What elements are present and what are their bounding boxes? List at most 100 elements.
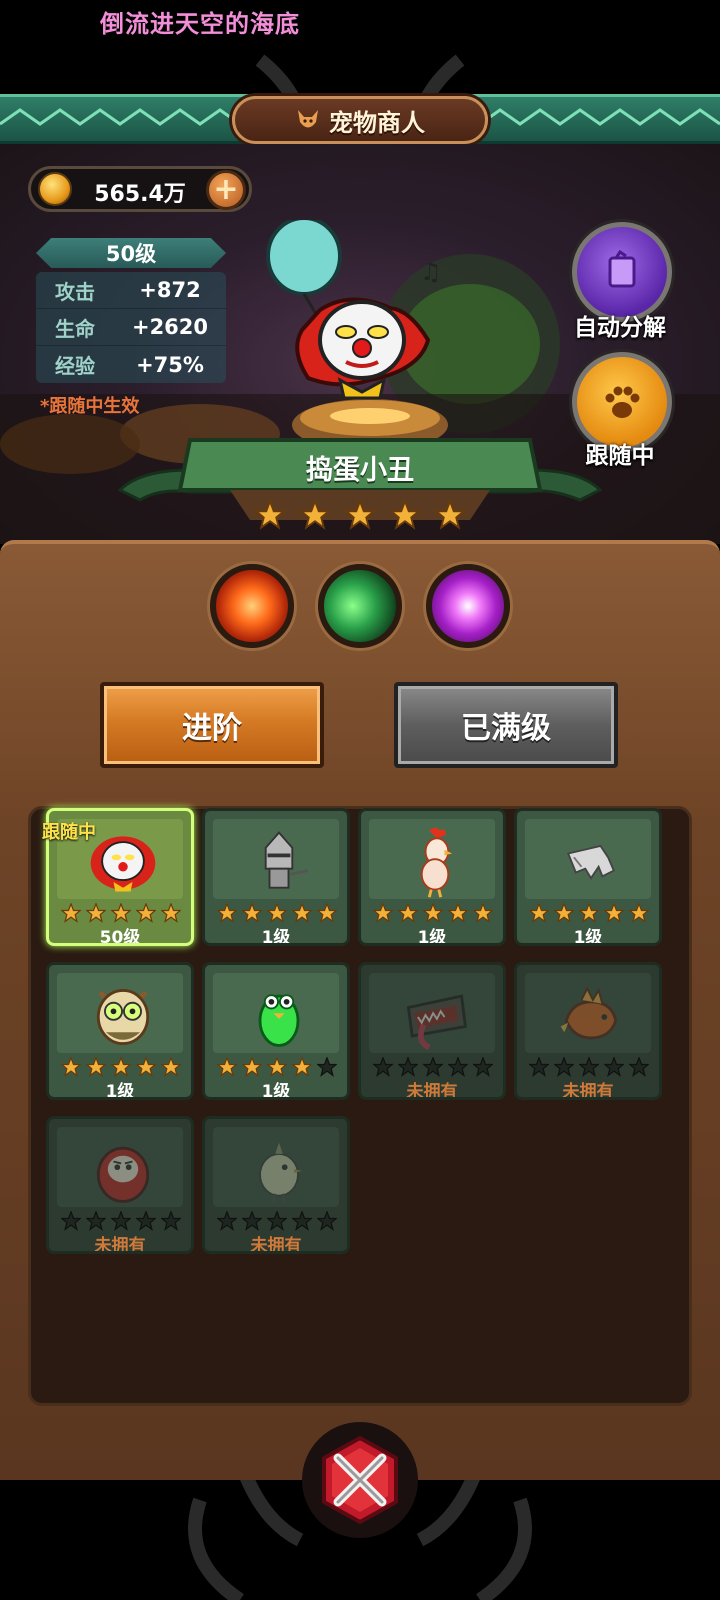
card-level: 1级 — [417, 928, 447, 946]
stat-row-exp: 经验 +75% — [36, 346, 226, 383]
stat-name: 生命 — [55, 316, 95, 341]
star-icon — [292, 1057, 312, 1077]
star-icon — [300, 500, 330, 530]
svg-text:♫: ♫ — [420, 258, 442, 286]
star-icon — [61, 903, 81, 923]
card-level: 1级 — [105, 1082, 135, 1100]
card-level: 未拥有 — [562, 1082, 614, 1100]
pet-level: 50级 — [105, 242, 157, 266]
star-icon — [267, 903, 287, 923]
star-icon — [529, 1057, 549, 1077]
daruma-pet-image — [96, 1146, 150, 1203]
stat-value: +872 — [139, 278, 201, 302]
stat-name: 攻击 — [55, 279, 95, 304]
star-icon — [86, 1057, 106, 1077]
star-icon — [390, 500, 420, 530]
star-icon — [136, 903, 156, 923]
star-icon — [473, 1057, 493, 1077]
pet-card-chicken[interactable]: 1级 — [358, 808, 506, 946]
star-icon — [448, 903, 468, 923]
star-icon — [345, 500, 375, 530]
video-caption: 倒流进天空的海底 — [100, 10, 300, 38]
star-icon — [398, 903, 418, 923]
stat-value: +75% — [136, 352, 204, 377]
star-icon — [136, 1211, 156, 1231]
follow-effect-note: *跟随中生效 — [40, 396, 140, 417]
add-currency-button[interactable]: + — [206, 170, 246, 210]
auto-decompose-label: 自动分解 — [574, 315, 666, 341]
pet-card-gauntlet[interactable]: 1级 — [514, 808, 662, 946]
max-level-button[interactable]: 已满级 — [394, 682, 618, 768]
chest-monster-pet-image — [406, 994, 467, 1051]
knight-pet-image — [264, 831, 308, 889]
card-level: 未拥有 — [250, 1236, 302, 1254]
star-icon — [111, 1211, 131, 1231]
star-icon — [373, 1057, 393, 1077]
star-icon — [435, 500, 465, 530]
auto-decompose-button[interactable] — [572, 222, 672, 322]
card-star-rating — [61, 1057, 181, 1077]
decompose-icon — [608, 249, 636, 288]
bird-pet-image — [259, 1142, 302, 1204]
card-star-rating — [217, 1057, 337, 1077]
card-star-rating — [217, 903, 337, 923]
star-icon — [292, 1211, 312, 1231]
pet-card-bird[interactable]: 未拥有 — [202, 1116, 350, 1254]
pet-name: 捣蛋小丑 — [306, 455, 414, 486]
pet-card-daruma[interactable]: 未拥有 — [46, 1116, 194, 1254]
card-star-rating — [373, 1057, 493, 1077]
card-level: 50级 — [99, 928, 141, 946]
claw-skill-icon[interactable] — [318, 564, 402, 648]
star-icon — [161, 1211, 181, 1231]
stat-row-attack: 攻击 +872 — [36, 272, 226, 309]
star-icon — [61, 1057, 81, 1077]
clown-pet-image: ♫ — [266, 220, 448, 451]
card-star-rating — [529, 903, 649, 923]
pet-star-rating — [255, 500, 465, 534]
gauntlet-pet-image — [566, 844, 616, 880]
card-star-rating — [529, 1057, 649, 1077]
star-icon — [398, 1057, 418, 1077]
fire-skill-icon[interactable] — [210, 564, 294, 648]
pet-card-knight[interactable]: 1级 — [202, 808, 350, 946]
card-star-rating — [61, 1211, 181, 1231]
star-icon — [604, 903, 624, 923]
advance-button[interactable]: 进阶 — [100, 682, 324, 768]
pet-card-dragon[interactable]: 未拥有 — [514, 962, 662, 1100]
owl-pet-image — [96, 988, 150, 1046]
star-icon — [111, 903, 131, 923]
star-icon — [529, 903, 549, 923]
stat-name: 经验 — [55, 354, 95, 378]
page-title: 宠物商人 — [329, 108, 425, 137]
star-icon — [629, 903, 649, 923]
star-icon — [579, 1057, 599, 1077]
pet-level-ribbon: 50级 — [36, 238, 226, 268]
frog-pet-image — [258, 994, 300, 1047]
close-button[interactable] — [300, 1420, 420, 1540]
star-icon — [292, 903, 312, 923]
star-icon — [579, 903, 599, 923]
pet-card-frog[interactable]: 1级 — [202, 962, 350, 1100]
card-level: 1级 — [261, 928, 291, 946]
card-level: 未拥有 — [94, 1236, 146, 1254]
star-icon — [255, 500, 285, 530]
currency-value: 565.4万 — [94, 182, 186, 207]
pet-card-chest-monster[interactable]: 未拥有 — [358, 962, 506, 1100]
paw-icon — [605, 386, 640, 418]
header-title-plate: 宠物商人 — [232, 96, 488, 144]
star-icon — [217, 1211, 237, 1231]
plus-icon: + — [213, 172, 239, 207]
card-level: 1级 — [573, 928, 603, 946]
chicken-pet-image — [420, 827, 453, 898]
star-icon — [423, 1057, 443, 1077]
stat-row-hp: 生命 +2620 — [36, 309, 226, 346]
star-icon — [161, 1057, 181, 1077]
fox-icon — [298, 110, 318, 128]
star-icon — [473, 903, 493, 923]
card-star-rating — [61, 903, 181, 923]
star-icon — [629, 1057, 649, 1077]
pet-card-owl[interactable]: 1级 — [46, 962, 194, 1100]
star-icon — [111, 1057, 131, 1077]
star-icon — [267, 1057, 287, 1077]
chat-skill-icon[interactable] — [426, 564, 510, 648]
